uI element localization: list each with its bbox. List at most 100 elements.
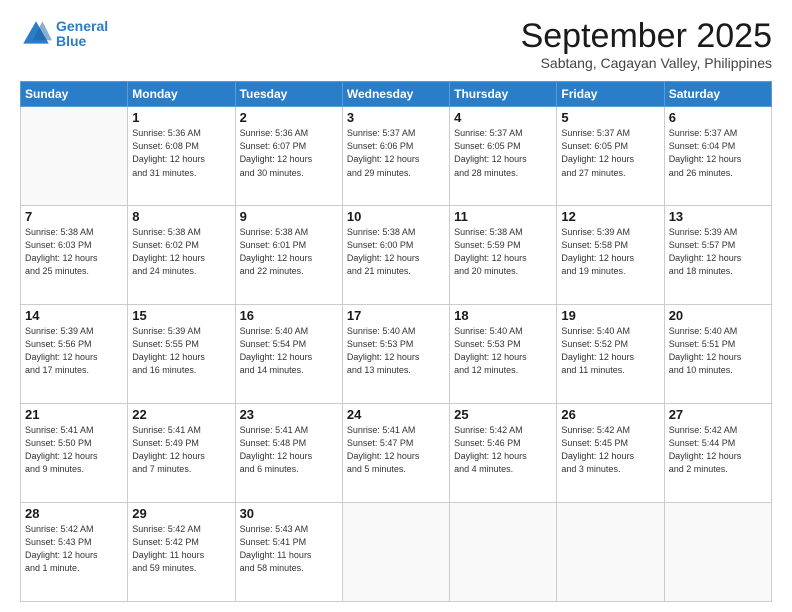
calendar-week-row: 7Sunrise: 5:38 AM Sunset: 6:03 PM Daylig… — [21, 206, 772, 305]
day-number: 11 — [454, 209, 552, 224]
day-info: Sunrise: 5:39 AM Sunset: 5:57 PM Dayligh… — [669, 226, 767, 278]
day-info: Sunrise: 5:39 AM Sunset: 5:56 PM Dayligh… — [25, 325, 123, 377]
calendar-cell: 28Sunrise: 5:42 AM Sunset: 5:43 PM Dayli… — [21, 503, 128, 602]
day-number: 23 — [240, 407, 338, 422]
calendar-cell — [21, 107, 128, 206]
day-number: 29 — [132, 506, 230, 521]
calendar-cell: 7Sunrise: 5:38 AM Sunset: 6:03 PM Daylig… — [21, 206, 128, 305]
day-info: Sunrise: 5:42 AM Sunset: 5:46 PM Dayligh… — [454, 424, 552, 476]
calendar-cell: 15Sunrise: 5:39 AM Sunset: 5:55 PM Dayli… — [128, 305, 235, 404]
weekday-header: Tuesday — [235, 82, 342, 107]
weekday-header: Thursday — [450, 82, 557, 107]
calendar-cell: 6 Sunrise: 5:37 AM Sunset: 6:04 PM Daylig… — [664, 107, 771, 206]
calendar-week-row: 21Sunrise: 5:41 AM Sunset: 5:50 PM Dayli… — [21, 404, 772, 503]
day-number: 15 — [132, 308, 230, 323]
day-info: Sunrise: 5:40 AM Sunset: 5:53 PM Dayligh… — [347, 325, 445, 377]
day-info: Sunrise: 5:42 AM Sunset: 5:45 PM Dayligh… — [561, 424, 659, 476]
day-number: 27 — [669, 407, 767, 422]
day-number: 18 — [454, 308, 552, 323]
calendar-body: 1 Sunrise: 5:36 AM Sunset: 6:08 PM Daylig… — [21, 107, 772, 602]
day-info: Sunrise: 5:40 AM Sunset: 5:54 PM Dayligh… — [240, 325, 338, 377]
day-info: Sunrise: 5:37 AM Sunset: 6:06 PM Dayligh… — [347, 127, 445, 179]
calendar-cell: 20 Sunrise: 5:40 AM Sunset: 5:51 PM Dayli… — [664, 305, 771, 404]
day-info: Sunrise: 5:37 AM Sunset: 6:05 PM Dayligh… — [561, 127, 659, 179]
day-info: Sunrise: 5:36 AM Sunset: 6:08 PM Dayligh… — [132, 127, 230, 179]
title-section: September 2025 Sabtang, Cagayan Valley, … — [521, 18, 772, 71]
weekday-header: Saturday — [664, 82, 771, 107]
logo-line2: Blue — [56, 33, 86, 49]
calendar-cell: 25Sunrise: 5:42 AM Sunset: 5:46 PM Dayli… — [450, 404, 557, 503]
calendar-cell: 10Sunrise: 5:38 AM Sunset: 6:00 PM Dayli… — [342, 206, 449, 305]
day-number: 20 — [669, 308, 767, 323]
day-number: 6 — [669, 110, 767, 125]
day-info: Sunrise: 5:40 AM Sunset: 5:51 PM Dayligh… — [669, 325, 767, 377]
calendar-cell: 18 Sunrise: 5:40 AM Sunset: 5:53 PM Dayli… — [450, 305, 557, 404]
calendar-cell: 27 Sunrise: 5:42 AM Sunset: 5:44 PM Dayli… — [664, 404, 771, 503]
day-number: 22 — [132, 407, 230, 422]
day-info: Sunrise: 5:38 AM Sunset: 6:01 PM Dayligh… — [240, 226, 338, 278]
calendar-cell: 29 Sunrise: 5:42 AM Sunset: 5:42 PM Dayli… — [128, 503, 235, 602]
calendar-week-row: 28Sunrise: 5:42 AM Sunset: 5:43 PM Dayli… — [21, 503, 772, 602]
day-info: Sunrise: 5:39 AM Sunset: 5:58 PM Dayligh… — [561, 226, 659, 278]
day-number: 13 — [669, 209, 767, 224]
logo-text: General Blue — [56, 19, 108, 50]
day-number: 5 — [561, 110, 659, 125]
calendar-cell: 4Sunrise: 5:37 AM Sunset: 6:05 PM Daylig… — [450, 107, 557, 206]
calendar-cell: 23Sunrise: 5:41 AM Sunset: 5:48 PM Dayli… — [235, 404, 342, 503]
logo-icon — [20, 18, 52, 50]
calendar-cell: 19 Sunrise: 5:40 AM Sunset: 5:52 PM Dayli… — [557, 305, 664, 404]
day-info: Sunrise: 5:43 AM Sunset: 5:41 PM Dayligh… — [240, 523, 338, 575]
day-number: 19 — [561, 308, 659, 323]
day-number: 14 — [25, 308, 123, 323]
day-info: Sunrise: 5:41 AM Sunset: 5:49 PM Dayligh… — [132, 424, 230, 476]
main-title: September 2025 — [521, 18, 772, 55]
calendar-cell: 1 Sunrise: 5:36 AM Sunset: 6:08 PM Daylig… — [128, 107, 235, 206]
subtitle: Sabtang, Cagayan Valley, Philippines — [521, 55, 772, 71]
day-number: 30 — [240, 506, 338, 521]
day-info: Sunrise: 5:41 AM Sunset: 5:47 PM Dayligh… — [347, 424, 445, 476]
day-number: 26 — [561, 407, 659, 422]
calendar-cell — [450, 503, 557, 602]
calendar-cell: 24 Sunrise: 5:41 AM Sunset: 5:47 PM Dayli… — [342, 404, 449, 503]
day-info: Sunrise: 5:40 AM Sunset: 5:53 PM Dayligh… — [454, 325, 552, 377]
calendar-week-row: 1 Sunrise: 5:36 AM Sunset: 6:08 PM Daylig… — [21, 107, 772, 206]
day-number: 12 — [561, 209, 659, 224]
calendar-cell: 21Sunrise: 5:41 AM Sunset: 5:50 PM Dayli… — [21, 404, 128, 503]
weekday-header: Monday — [128, 82, 235, 107]
day-info: Sunrise: 5:37 AM Sunset: 6:04 PM Dayligh… — [669, 127, 767, 179]
day-number: 17 — [347, 308, 445, 323]
day-number: 9 — [240, 209, 338, 224]
calendar-cell: 12 Sunrise: 5:39 AM Sunset: 5:58 PM Dayli… — [557, 206, 664, 305]
day-info: Sunrise: 5:42 AM Sunset: 5:44 PM Dayligh… — [669, 424, 767, 476]
header: General Blue September 2025 Sabtang, Cag… — [20, 18, 772, 71]
day-number: 16 — [240, 308, 338, 323]
day-number: 2 — [240, 110, 338, 125]
day-number: 28 — [25, 506, 123, 521]
day-info: Sunrise: 5:40 AM Sunset: 5:52 PM Dayligh… — [561, 325, 659, 377]
calendar-cell: 17 Sunrise: 5:40 AM Sunset: 5:53 PM Dayli… — [342, 305, 449, 404]
page: General Blue September 2025 Sabtang, Cag… — [0, 0, 792, 612]
calendar-cell: 16 Sunrise: 5:40 AM Sunset: 5:54 PM Dayli… — [235, 305, 342, 404]
weekday-header: Friday — [557, 82, 664, 107]
day-number: 3 — [347, 110, 445, 125]
day-info: Sunrise: 5:42 AM Sunset: 5:42 PM Dayligh… — [132, 523, 230, 575]
calendar-cell: 5 Sunrise: 5:37 AM Sunset: 6:05 PM Daylig… — [557, 107, 664, 206]
day-info: Sunrise: 5:38 AM Sunset: 6:02 PM Dayligh… — [132, 226, 230, 278]
calendar-cell — [664, 503, 771, 602]
day-info: Sunrise: 5:36 AM Sunset: 6:07 PM Dayligh… — [240, 127, 338, 179]
day-number: 1 — [132, 110, 230, 125]
weekday-header: Sunday — [21, 82, 128, 107]
calendar-cell: 3 Sunrise: 5:37 AM Sunset: 6:06 PM Daylig… — [342, 107, 449, 206]
calendar-table: SundayMondayTuesdayWednesdayThursdayFrid… — [20, 81, 772, 602]
calendar-cell: 30 Sunrise: 5:43 AM Sunset: 5:41 PM Dayli… — [235, 503, 342, 602]
logo-line1: General — [56, 18, 108, 34]
day-info: Sunrise: 5:38 AM Sunset: 5:59 PM Dayligh… — [454, 226, 552, 278]
calendar-cell: 2 Sunrise: 5:36 AM Sunset: 6:07 PM Daylig… — [235, 107, 342, 206]
calendar-cell — [557, 503, 664, 602]
day-number: 24 — [347, 407, 445, 422]
calendar-cell: 9 Sunrise: 5:38 AM Sunset: 6:01 PM Daylig… — [235, 206, 342, 305]
calendar-week-row: 14 Sunrise: 5:39 AM Sunset: 5:56 PM Dayli… — [21, 305, 772, 404]
calendar-cell — [342, 503, 449, 602]
calendar-cell: 22 Sunrise: 5:41 AM Sunset: 5:49 PM Dayli… — [128, 404, 235, 503]
day-number: 10 — [347, 209, 445, 224]
